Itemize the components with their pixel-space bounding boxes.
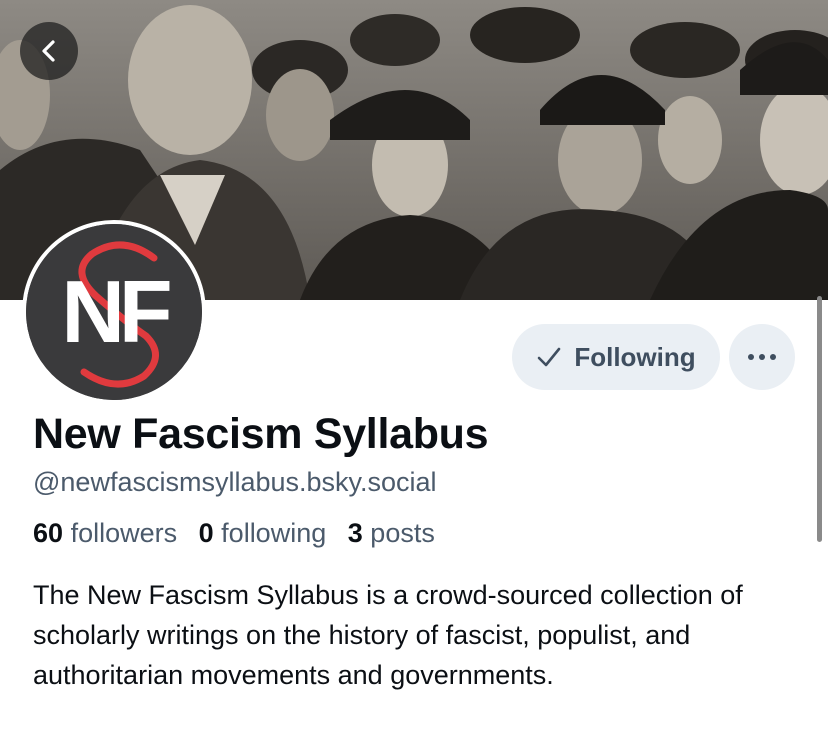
nf-logo: NF [26, 224, 202, 400]
profile-stats: 60 followers 0 following 3 posts [33, 518, 449, 549]
following-count: 0 [198, 518, 214, 548]
following-label: following [221, 518, 327, 548]
profile-bio: The New Fascism Syllabus is a crowd-sour… [33, 580, 743, 690]
followers-stat[interactable]: 60 followers [33, 518, 177, 548]
chevron-left-icon [42, 40, 55, 62]
followers-label: followers [70, 518, 178, 548]
more-options-button[interactable] [729, 324, 795, 390]
svg-text:NF: NF [61, 262, 170, 361]
followers-count: 60 [33, 518, 64, 548]
display-name: New Fascism Syllabus [33, 410, 489, 458]
profile-handle: @newfascismsyllabus.bsky.social [33, 467, 437, 497]
posts-stat: 3 posts [348, 518, 435, 548]
scrollbar[interactable] [817, 296, 822, 542]
posts-label: posts [370, 518, 435, 548]
check-icon [538, 347, 561, 367]
avatar-logo: NF [26, 224, 202, 400]
ellipsis-icon [748, 354, 776, 360]
following-stat[interactable]: 0 following [199, 518, 327, 548]
following-button-label: Following [574, 341, 696, 372]
back-button[interactable] [20, 22, 78, 80]
posts-count: 3 [347, 518, 363, 548]
following-button[interactable]: Following [512, 324, 720, 390]
avatar[interactable]: NF [22, 220, 206, 404]
